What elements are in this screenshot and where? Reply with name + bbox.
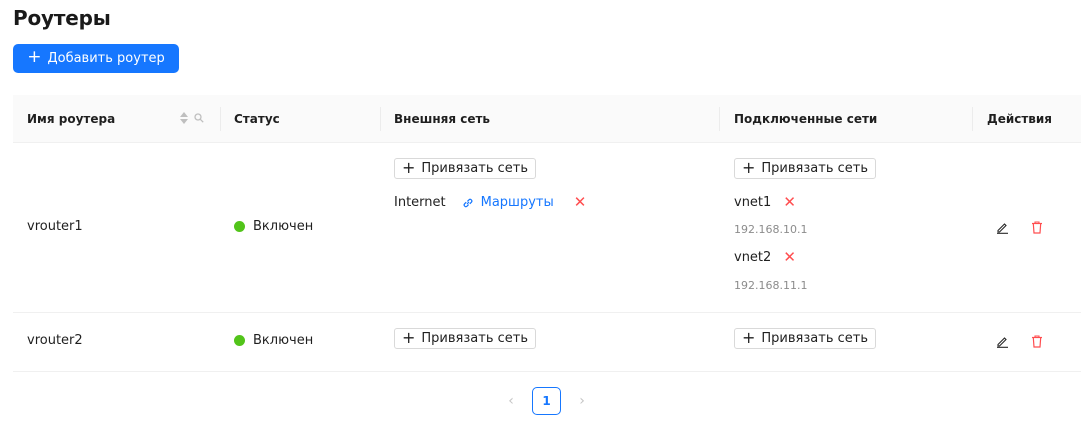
routes-link[interactable]: Маршруты [462, 195, 554, 210]
bind-network-label: Привязать сеть [421, 161, 528, 176]
plus-icon: + [402, 157, 416, 177]
connected-network-entry: vnet1 ✕ [734, 195, 796, 211]
link-icon [463, 198, 473, 207]
bind-external-network-button[interactable]: + Привязать сеть [394, 158, 536, 179]
name-column-tools [180, 112, 204, 124]
status-dot-icon [234, 221, 245, 232]
column-header-actions: Действия [987, 112, 1053, 126]
routes-label: Маршруты [480, 195, 554, 210]
add-router-button[interactable]: + Добавить роутер [13, 44, 179, 73]
external-network-name: Internet [394, 195, 446, 210]
router-name: vrouter2 [27, 333, 83, 348]
connected-network-name: vnet2 [734, 250, 772, 265]
table-row: vrouter2 Включен + Привязать сеть + Прив… [13, 313, 1081, 372]
status-cell: Включен [234, 333, 313, 348]
table-header: Имя роутера Статус Внешняя сеть Подключе… [13, 95, 1081, 143]
connected-network-ip: 192.168.10.1 [734, 223, 808, 236]
edit-icon[interactable] [994, 219, 1010, 235]
bind-network-label: Привязать сеть [761, 161, 868, 176]
connected-network-ip: 192.168.11.1 [734, 279, 808, 292]
column-header-connected-networks: Подключенные сети [734, 112, 878, 126]
plus-icon: + [402, 327, 416, 347]
bind-network-label: Привязать сеть [421, 331, 528, 346]
column-divider [972, 107, 973, 131]
status-cell: Включен [234, 219, 313, 234]
routers-table: Имя роутера Статус Внешняя сеть Подключе… [13, 95, 1081, 372]
plus-icon: + [27, 47, 42, 67]
column-divider [220, 107, 221, 131]
plus-icon: + [742, 327, 756, 347]
unbind-external-network-close-icon[interactable]: ✕ [574, 195, 587, 210]
connected-network-entry: vnet2 ✕ [734, 250, 796, 266]
prev-page-chevron-left-icon[interactable]: ‹ [497, 387, 525, 415]
status-dot-icon [234, 335, 245, 346]
delete-icon[interactable] [1029, 219, 1045, 235]
sort-icon[interactable] [180, 112, 188, 124]
status-text: Включен [253, 333, 314, 348]
edit-icon[interactable] [994, 333, 1010, 349]
delete-icon[interactable] [1029, 333, 1045, 349]
column-header-name[interactable]: Имя роутера [27, 95, 115, 143]
page-number-current[interactable]: 1 [532, 387, 561, 415]
bind-connected-network-button[interactable]: + Привязать сеть [734, 158, 876, 179]
search-icon[interactable] [194, 113, 204, 123]
unbind-network-close-icon[interactable]: ✕ [783, 195, 796, 210]
column-divider [380, 107, 381, 131]
bind-network-label: Привязать сеть [761, 331, 868, 346]
connected-network-name: vnet1 [734, 195, 772, 210]
plus-icon: + [742, 157, 756, 177]
bind-connected-network-button[interactable]: + Привязать сеть [734, 328, 876, 349]
router-name: vrouter1 [27, 219, 83, 234]
next-page-chevron-right-icon[interactable]: › [568, 387, 596, 415]
pagination: ‹ 1 › [497, 387, 596, 415]
table-row: vrouter1 Включен + Привязать сеть Intern… [13, 143, 1081, 313]
column-header-external-network: Внешняя сеть [394, 112, 490, 126]
unbind-network-close-icon[interactable]: ✕ [783, 250, 796, 265]
status-text: Включен [253, 219, 314, 234]
page-title: Роутеры [13, 6, 111, 30]
add-router-label: Добавить роутер [47, 51, 165, 66]
column-divider [719, 107, 720, 131]
external-network-entry: Internet Маршруты ✕ [394, 195, 587, 211]
bind-external-network-button[interactable]: + Привязать сеть [394, 328, 536, 349]
column-header-status: Статус [234, 112, 280, 126]
